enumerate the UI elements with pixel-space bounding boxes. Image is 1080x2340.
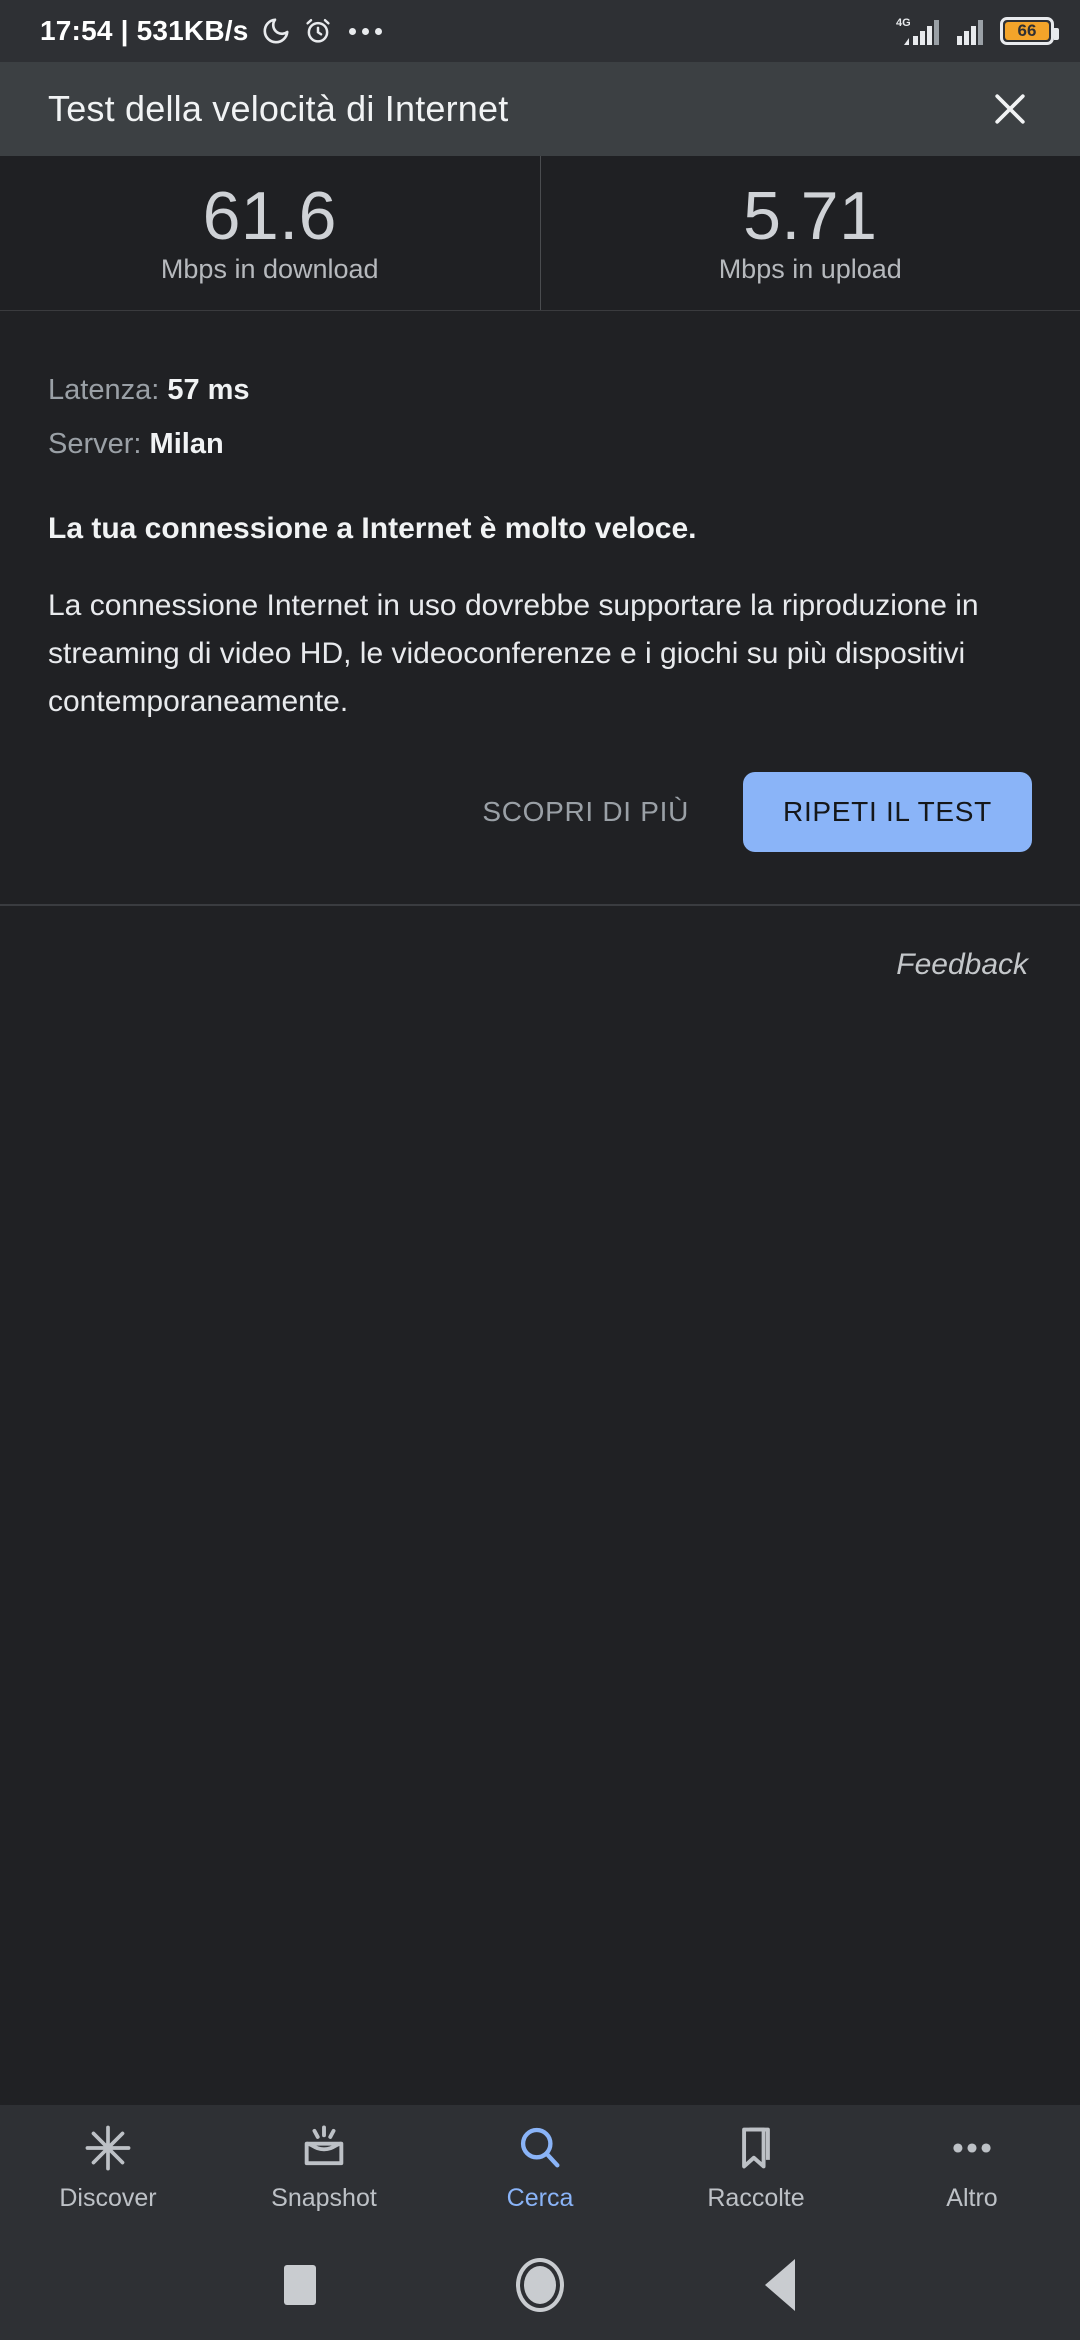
latency-label: Latenza: <box>48 374 160 406</box>
connection-headline: La tua connessione a Internet è molto ve… <box>48 512 697 545</box>
nav-item-cerca[interactable]: Cerca <box>432 2122 648 2213</box>
moon-icon <box>261 16 291 46</box>
feedback-link[interactable]: Feedback <box>896 948 1028 982</box>
status-bar-left: 17:54 | 531KB/s <box>40 15 896 47</box>
retry-test-button[interactable]: RIPETI IL TEST <box>743 772 1032 852</box>
signal-4g-icon: 4G <box>896 14 942 48</box>
status-bar: 17:54 | 531KB/s 4G 66 <box>0 0 1080 62</box>
status-bar-right: 4G 66 <box>896 14 1059 48</box>
download-label: Mbps in download <box>160 254 379 285</box>
result-details: Latenza: 57 ms Server: Milan La tua conn… <box>0 311 1080 904</box>
nav-item-discover[interactable]: Discover <box>0 2122 216 2213</box>
connection-description: La connessione Internet in uso dovrebbe … <box>48 589 979 718</box>
download-value: 61.6 <box>202 177 337 254</box>
feedback-area: Feedback <box>0 906 1080 2105</box>
upload-label: Mbps in upload <box>718 254 902 285</box>
nav-item-snapshot[interactable]: Snapshot <box>216 2122 432 2213</box>
dialog-header: Test della velocità di Internet <box>0 62 1080 156</box>
nav-label-cerca: Cerca <box>506 2184 574 2212</box>
upload-value: 5.71 <box>743 177 878 254</box>
nav-item-raccolte[interactable]: Raccolte <box>648 2122 864 2213</box>
system-navigation-bar <box>0 2230 1080 2340</box>
bookmark-icon <box>730 2122 782 2174</box>
bottom-navigation: Discover Snapshot Cerca Raccolte Altro <box>0 2105 1080 2230</box>
upload-result: 5.71 Mbps in upload <box>541 156 1080 310</box>
nav-label-raccolte: Raccolte <box>707 2184 805 2212</box>
server-row: Server: Milan <box>48 417 1032 471</box>
alarm-icon <box>303 16 333 46</box>
battery-percent-label: 66 <box>1017 21 1037 40</box>
status-clock-network: 17:54 | 531KB/s <box>40 15 249 46</box>
battery-icon: 66 <box>1000 17 1059 45</box>
sparkle-icon <box>82 2122 134 2174</box>
more-dots-icon <box>348 27 382 35</box>
snapshot-card-icon <box>298 2122 350 2174</box>
speed-results: 61.6 Mbps in download 5.71 Mbps in uploa… <box>0 156 1080 311</box>
home-circle-icon[interactable] <box>495 2250 585 2320</box>
recents-square-icon[interactable] <box>255 2250 345 2320</box>
action-buttons: SCOPRI DI PIÙ RIPETI IL TEST <box>48 772 1032 904</box>
download-result: 61.6 Mbps in download <box>0 156 541 310</box>
close-icon[interactable] <box>978 77 1042 141</box>
server-value: Milan <box>149 428 224 460</box>
signal-secondary-icon <box>954 14 988 48</box>
page-title: Test della velocità di Internet <box>48 88 509 129</box>
back-triangle-icon[interactable] <box>735 2250 825 2320</box>
more-dots-icon <box>946 2122 998 2174</box>
nav-label-discover: Discover <box>59 2184 157 2212</box>
nav-item-altro[interactable]: Altro <box>864 2122 1080 2213</box>
search-icon <box>514 2122 566 2174</box>
nav-label-altro: Altro <box>946 2184 998 2212</box>
learn-more-button[interactable]: SCOPRI DI PIÙ <box>456 776 715 848</box>
network-type-text: 4G <box>896 17 911 29</box>
nav-label-snapshot: Snapshot <box>271 2184 377 2212</box>
latency-value: 57 ms <box>167 374 250 406</box>
latency-row: Latenza: 57 ms <box>48 363 1032 417</box>
server-label: Server: <box>48 428 142 460</box>
